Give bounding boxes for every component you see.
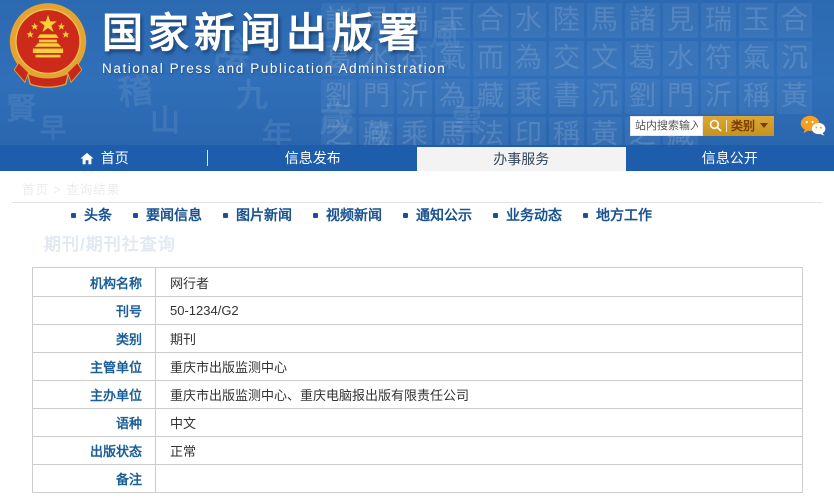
table-row: 语种 中文 — [33, 408, 802, 436]
row-value: 重庆市出版监测中心 — [156, 353, 802, 380]
nav-item-label: 办事服务 — [493, 149, 549, 169]
page: 諸見瑞玉合水陸馬諸見瑞玉合葛水符氣而為交文葛水符氣沉劉門沂為藏乘書沉劉門沂稱黃之… — [0, 0, 834, 498]
nav-item-label: 信息公开 — [702, 148, 758, 168]
nav-item-label: 首页 — [101, 148, 129, 168]
row-value: 重庆市出版监测中心、重庆电脑报出版有限责任公司 — [156, 381, 802, 408]
site-header: 諸見瑞玉合水陸馬諸見瑞玉合葛水符氣而為交文葛水符氣沉劉門沂為藏乘書沉劉門沂稱黃之… — [0, 0, 834, 145]
row-value: 中文 — [156, 409, 802, 436]
menu-item-label: 业务动态 — [506, 205, 562, 225]
menu-item-label: 头条 — [84, 205, 112, 225]
menu-item-label: 要闻信息 — [146, 205, 202, 225]
bullet-icon — [313, 213, 318, 218]
search-area: 类别 — [630, 115, 826, 136]
row-label: 备注 — [33, 465, 156, 492]
breadcrumb-separator: > — [54, 183, 62, 197]
bullet-icon — [133, 213, 138, 218]
menu-item-video-news[interactable]: 视频新闻 — [313, 205, 382, 225]
row-label: 机构名称 — [33, 268, 156, 296]
nav-item-info-disclosure[interactable]: 信息公开 — [626, 145, 834, 171]
row-value: 50-1234/G2 — [156, 297, 802, 324]
page-title: 期刊/期刊社查询 — [44, 230, 176, 255]
news-menu: 头条 要闻信息 图片新闻 视频新闻 通知公示 业务动态 地方工作 — [71, 205, 652, 225]
row-value: 网行者 — [156, 268, 802, 296]
row-value — [156, 465, 802, 492]
breadcrumb: 首页 > 查询结果 — [22, 179, 120, 198]
row-label: 类别 — [33, 325, 156, 352]
row-label: 语种 — [33, 409, 156, 436]
table-row: 机构名称 网行者 — [33, 268, 802, 296]
table-row: 类别 期刊 — [33, 324, 802, 352]
menu-item-label: 通知公示 — [416, 205, 472, 225]
menu-item-important-news[interactable]: 要闻信息 — [133, 205, 202, 225]
result-table: 机构名称 网行者 刊号 50-1234/G2 类别 期刊 主管单位 重庆市出版监… — [32, 267, 803, 493]
menu-item-local-work[interactable]: 地方工作 — [583, 205, 652, 225]
bullet-icon — [493, 213, 498, 218]
menu-item-notices[interactable]: 通知公示 — [403, 205, 472, 225]
bullet-icon — [583, 213, 588, 218]
site-search-input[interactable] — [630, 116, 703, 136]
chevron-down-icon[interactable] — [760, 123, 768, 128]
nav-item-services[interactable]: 办事服务 — [417, 147, 626, 171]
horizontal-divider — [12, 202, 822, 203]
table-row: 出版状态 正常 — [33, 436, 802, 464]
site-subtitle: National Press and Publication Administr… — [102, 61, 446, 76]
nav-item-label: 信息发布 — [285, 148, 341, 168]
row-value: 期刊 — [156, 325, 802, 352]
home-icon — [80, 152, 94, 165]
bullet-icon — [403, 213, 408, 218]
breadcrumb-home[interactable]: 首页 — [22, 183, 49, 197]
site-titles: 国家新闻出版署 National Press and Publication A… — [102, 2, 446, 76]
nav-divider — [207, 150, 208, 166]
category-dropdown[interactable]: 类别 — [731, 117, 755, 134]
nav-item-info-release[interactable]: 信息发布 — [209, 145, 418, 171]
menu-item-business-updates[interactable]: 业务动态 — [493, 205, 562, 225]
search-icon — [709, 119, 722, 132]
site-logo-link[interactable]: 国家新闻出版署 National Press and Publication A… — [8, 2, 446, 88]
row-value: 正常 — [156, 437, 802, 464]
site-title: 国家新闻出版署 — [102, 11, 446, 56]
search-divider — [726, 120, 727, 132]
national-emblem-icon — [8, 2, 88, 88]
table-row: 主办单位 重庆市出版监测中心、重庆电脑报出版有限责任公司 — [33, 380, 802, 408]
search-button[interactable]: 类别 — [703, 116, 774, 136]
row-label: 刊号 — [33, 297, 156, 324]
bullet-icon — [71, 213, 76, 218]
menu-item-label: 地方工作 — [596, 205, 652, 225]
breadcrumb-current: 查询结果 — [66, 183, 120, 197]
bullet-icon — [223, 213, 228, 218]
menu-item-label: 图片新闻 — [236, 205, 292, 225]
menu-item-photo-news[interactable]: 图片新闻 — [223, 205, 292, 225]
menu-item-label: 视频新闻 — [326, 205, 382, 225]
row-label: 主管单位 — [33, 353, 156, 380]
menu-item-headlines[interactable]: 头条 — [71, 205, 112, 225]
wechat-icon[interactable] — [800, 115, 826, 136]
row-label: 出版状态 — [33, 437, 156, 464]
table-row: 备注 — [33, 464, 802, 492]
main-nav: 首页 信息发布 办事服务 信息公开 — [0, 145, 834, 171]
table-row: 刊号 50-1234/G2 — [33, 296, 802, 324]
row-label: 主办单位 — [33, 381, 156, 408]
nav-item-home[interactable]: 首页 — [0, 145, 209, 171]
table-row: 主管单位 重庆市出版监测中心 — [33, 352, 802, 380]
